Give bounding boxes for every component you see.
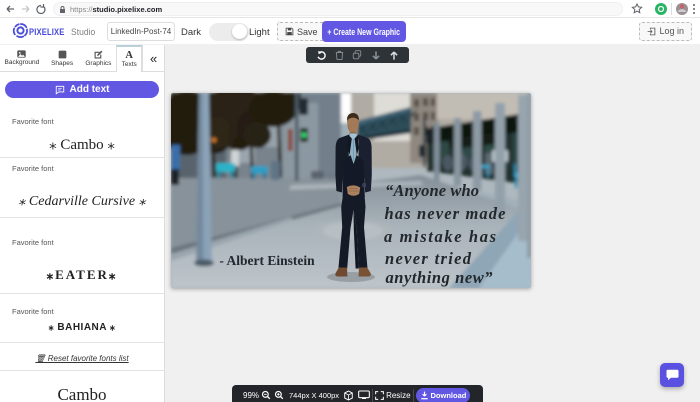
svg-text:- Albert Einstein: - Albert Einstein [219, 253, 315, 268]
svg-text:“Anyone who: “Anyone who [385, 181, 479, 200]
svg-text:a mistake has: a mistake has [384, 227, 496, 246]
svg-text:has never made: has never made [385, 204, 506, 223]
svg-text:never tried: never tried [385, 249, 472, 268]
svg-text:anything new”: anything new” [386, 268, 493, 287]
